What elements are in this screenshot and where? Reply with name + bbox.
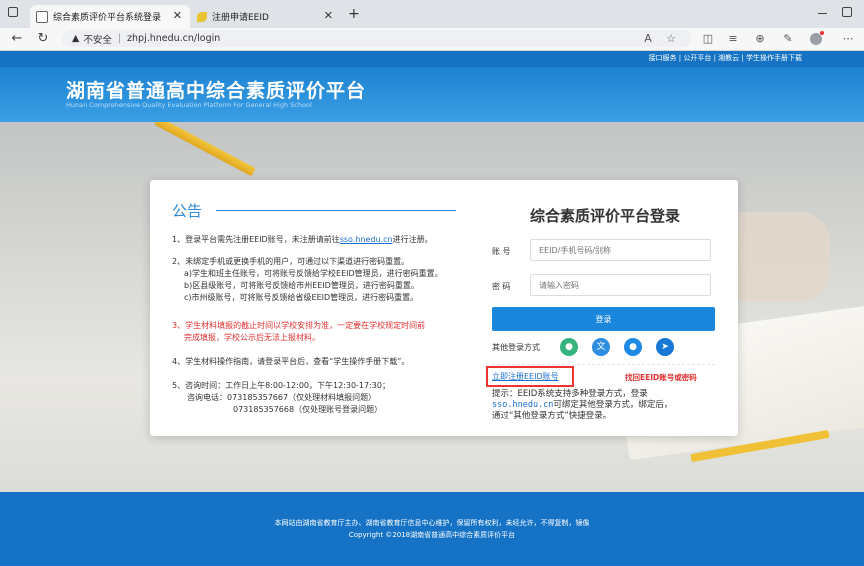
refresh-icon[interactable]: ↻: [34, 30, 52, 48]
site-footer: [0, 492, 864, 566]
restore-icon[interactable]: [842, 7, 852, 17]
other-login-label: 其他登录方式: [492, 343, 540, 352]
announcement-divider: [216, 210, 456, 211]
tip-line-1: 提示：EEID系统支持多种登录方式，登录: [492, 389, 648, 399]
back-icon[interactable]: ←: [8, 30, 26, 48]
qq-icon[interactable]: ●: [624, 338, 642, 356]
item-text: a)学生和班主任账号，可将账号反馈给学校EEID管理员，进行密码重置。: [184, 269, 443, 278]
extensions-icon[interactable]: ✎: [780, 31, 796, 47]
favorite-star-icon[interactable]: ☆: [663, 31, 679, 47]
favorites-list-icon[interactable]: ≡: [725, 31, 741, 47]
item-text: 完成填报，学校公示后无法上报材料。: [184, 333, 320, 342]
read-aloud-icon[interactable]: A: [640, 31, 656, 47]
window-menu-icon[interactable]: [8, 7, 18, 17]
url-field[interactable]: ▲ 不安全 | zhpj.hnedu.cn/login: [62, 30, 692, 47]
item-text: 5、咨询时间：工作日上午8:00-12:00，下午12:30-17:30；: [172, 381, 390, 390]
tab-eeid[interactable]: 注册申请EEID ✕: [191, 5, 341, 28]
warning-icon: ▲: [72, 33, 80, 44]
close-icon[interactable]: ✕: [173, 9, 182, 22]
item-text: 2、未绑定手机或更换手机的用户，可通过以下渠道进行密码重置。: [172, 257, 410, 266]
item-text: 咨询电话：073185357667（仅处理材料填报问题）: [187, 393, 377, 402]
wechat-icon[interactable]: ●: [560, 338, 578, 356]
announcement-item-5: 5、咨询时间：工作日上午8:00-12:00，下午12:30-17:30； 咨询…: [172, 380, 390, 416]
minimize-icon[interactable]: [818, 13, 827, 14]
item-text: 4、学生材料操作指南，请登录平台后，查看“学生操作手册下载”。: [172, 357, 410, 366]
login-divider: [492, 364, 715, 365]
announcement-item-1: 1、登录平台需先注册EEID账号，未注册请前往sso.hnedu.cn进行注册。: [172, 234, 433, 246]
login-title: 综合素质评价平台登录: [529, 207, 680, 225]
tip-line-2: sso.hnedu.cn可绑定其他登录方式，绑定后，: [492, 400, 672, 411]
tab-title: 注册申请EEID: [212, 13, 269, 23]
sso-url[interactable]: sso.hnedu.cn: [492, 400, 553, 410]
site-title: 湖南省普通高中综合素质评价平台: [66, 80, 367, 102]
register-link[interactable]: 立即注册EEID账号: [492, 371, 559, 382]
account-label: 账 号: [492, 247, 511, 256]
account-input[interactable]: [530, 239, 711, 261]
sso-link[interactable]: sso.hnedu.cn: [340, 235, 393, 244]
security-label: 不安全: [83, 34, 112, 46]
notification-dot: [820, 31, 824, 35]
tab-title: 综合素质评价平台系统登录: [53, 13, 162, 23]
split-screen-icon[interactable]: ◫: [700, 31, 716, 47]
announcement-item-2: 2、未绑定手机或更换手机的用户，可通过以下渠道进行密码重置。 a)学生和班主任账…: [172, 256, 443, 304]
item-text: c)市州级账号，可将账号反馈给省级EEID管理员，进行密码重置。: [184, 293, 419, 302]
more-icon[interactable]: ⋯: [840, 31, 856, 47]
top-links[interactable]: 接口服务 | 公开平台 | 湘教云 | 学生操作手册下载: [649, 53, 802, 63]
pencil-image: [154, 122, 256, 177]
footer-copyright-notice: 本网站由湖南省教育厅主办、湖南省教育厅信息中心维护，保留所有权利，未经允许，不得…: [274, 519, 590, 527]
password-label: 密 码: [492, 282, 511, 291]
item-text: 1、登录平台需先注册EEID账号，未注册请前往: [172, 235, 340, 244]
login-button[interactable]: 登录: [492, 307, 715, 331]
announcement-item-3: 3、学生材料填报的截止时间以学校安排为准，一定要在学校规定时间前 完成填报，学校…: [172, 320, 425, 344]
url-text: zhpj.hnedu.cn/login: [127, 33, 221, 44]
password-input[interactable]: [530, 274, 711, 296]
tip-text: 可绑定其他登录方式，绑定后，: [553, 400, 673, 410]
url-divider: |: [117, 33, 122, 44]
xiangjiaoyun-icon[interactable]: 文: [592, 338, 610, 356]
announcement-title: 公告: [172, 202, 203, 220]
collections-icon[interactable]: ⊕: [752, 31, 768, 47]
tab-login[interactable]: 综合素质评价平台系统登录 ✕: [30, 5, 190, 28]
new-tab-button[interactable]: +: [348, 6, 360, 22]
leaf-icon: [197, 11, 207, 22]
footer-copyright: Copyright ©2018湖南省普通高中综合素质评价平台: [348, 531, 516, 539]
item-text: 进行注册。: [392, 235, 433, 244]
item-text: 3、学生材料填报的截止时间以学校安排为准，一定要在学校规定时间前: [172, 321, 426, 330]
item-text: 073185357668（仅处理账号登录问题）: [233, 405, 383, 414]
item-text: b)区县级账号，可将账号反馈给市州EEID管理员，进行密码重置。: [184, 281, 419, 290]
tip-line-3: 通过“其他登录方式”快捷登录。: [492, 411, 612, 421]
site-subtitle: Hunan Comprehensive Quality Evaluation P…: [66, 101, 312, 109]
close-icon[interactable]: ✕: [324, 9, 333, 22]
page-icon: [36, 10, 48, 23]
find-account-link[interactable]: 找回EEID账号或密码: [625, 372, 697, 383]
app-icon[interactable]: ➤: [656, 338, 674, 356]
announcement-item-4: 4、学生材料操作指南，请登录平台后，查看“学生操作手册下载”。: [172, 356, 409, 368]
